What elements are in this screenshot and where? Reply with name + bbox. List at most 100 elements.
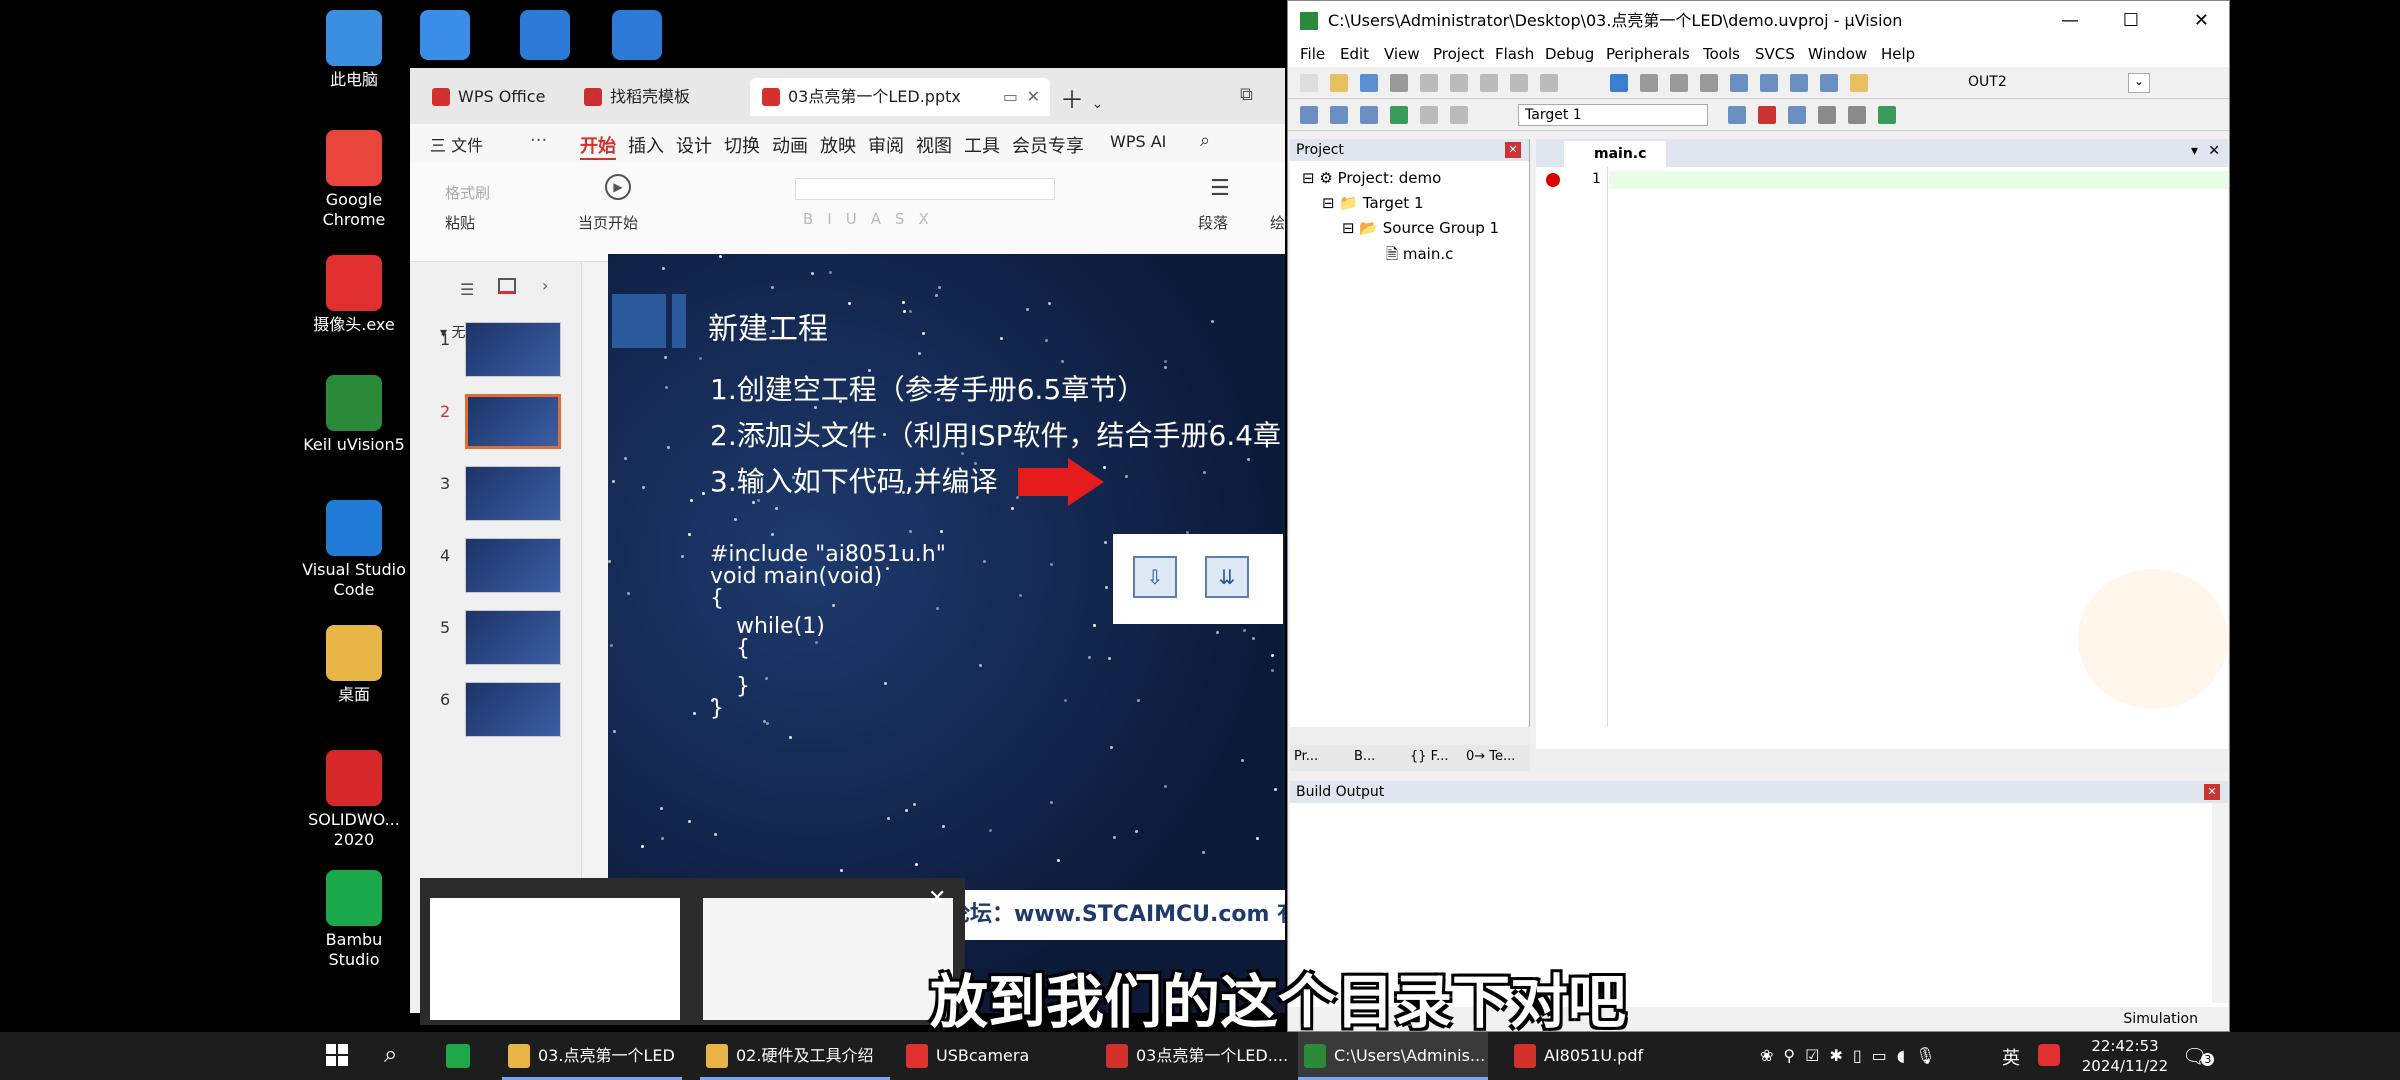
- toolbar-icon[interactable]: [1610, 74, 1628, 92]
- dropdown-icon[interactable]: ⌄: [2128, 73, 2150, 93]
- close-editor-icon[interactable]: ✕: [2208, 143, 2220, 159]
- toolbar-icon[interactable]: [1760, 74, 1778, 92]
- menu-peripherals[interactable]: Peripherals: [1606, 45, 1690, 63]
- build-icon[interactable]: [1450, 106, 1468, 124]
- remote-tool-icon[interactable]: [420, 10, 470, 60]
- toolbar-icon[interactable]: [1670, 74, 1688, 92]
- taskbar-item[interactable]: USBcamera: [900, 1032, 1080, 1080]
- options-icon[interactable]: [1878, 106, 1896, 124]
- search-icon[interactable]: ⌕: [1200, 130, 1210, 151]
- menu-file[interactable]: File: [1300, 45, 1325, 63]
- paragraph-icon[interactable]: ☰: [1210, 176, 1230, 201]
- toolbar-icon[interactable]: [1330, 74, 1348, 92]
- options-icon[interactable]: [1788, 106, 1806, 124]
- search-icon[interactable]: ⌕: [384, 1040, 397, 1068]
- slide-thumbnail[interactable]: [465, 322, 561, 377]
- horizontal-scrollbar[interactable]: [1290, 727, 1530, 745]
- play-icon[interactable]: ▶: [605, 174, 631, 200]
- collapse-icon[interactable]: ›: [542, 276, 548, 295]
- tree-project[interactable]: ⊟ ⚙ Project: demo: [1302, 169, 1441, 187]
- desktop-icon[interactable]: Bambu Studio: [299, 870, 409, 970]
- target-select[interactable]: Target 1: [1518, 104, 1708, 126]
- build-icon[interactable]: [1360, 106, 1378, 124]
- build-icon[interactable]: [1330, 106, 1348, 124]
- tab-templates[interactable]: 0→ Te...: [1466, 749, 1515, 764]
- options-icon[interactable]: [1728, 106, 1746, 124]
- tree-target[interactable]: ⊟ 📁 Target 1: [1322, 194, 1424, 212]
- app-icon-2[interactable]: [520, 10, 570, 60]
- toolbar-icon[interactable]: [1510, 74, 1528, 92]
- menu-help[interactable]: Help: [1881, 45, 1915, 63]
- notification-icon[interactable]: 🗨3: [2182, 1044, 2215, 1068]
- options-icon[interactable]: [1818, 106, 1836, 124]
- tab-books[interactable]: B...: [1354, 749, 1375, 764]
- tab-templates[interactable]: 找稻壳模板: [572, 78, 742, 116]
- toolbar-icon[interactable]: [1420, 74, 1438, 92]
- window-restore-icon[interactable]: ⧉: [1240, 84, 1253, 105]
- tree-file[interactable]: 🗎 main.c: [1386, 244, 1453, 269]
- preview-window-1[interactable]: [430, 898, 680, 1020]
- taskbar-item[interactable]: 03点亮第一个LED....: [1100, 1032, 1288, 1080]
- toolbar-icon[interactable]: [1820, 74, 1838, 92]
- tree-group[interactable]: ⊟ 📂 Source Group 1: [1342, 219, 1499, 237]
- slide-view-icon[interactable]: [498, 278, 516, 294]
- toolbar-icon[interactable]: [1700, 74, 1718, 92]
- font-select[interactable]: [795, 178, 1055, 200]
- toolbar-icon[interactable]: [1730, 74, 1748, 92]
- taskbar-item[interactable]: AI8051U.pdf: [1508, 1032, 1648, 1080]
- menu-flash[interactable]: Flash: [1495, 45, 1534, 63]
- menu-window[interactable]: Window: [1808, 45, 1867, 63]
- slide-thumbnail[interactable]: [465, 610, 561, 665]
- toolbar-icon[interactable]: [1850, 74, 1868, 92]
- close-tab-icon[interactable]: ✕: [1027, 78, 1040, 116]
- close-pane-icon[interactable]: ✕: [1505, 142, 1521, 158]
- desktop-icon[interactable]: Google Chrome: [299, 130, 409, 230]
- toolbar-icon[interactable]: [1790, 74, 1808, 92]
- slide-thumbnail[interactable]: [465, 394, 561, 449]
- toolbar-icon[interactable]: [1360, 74, 1378, 92]
- taskbar-item[interactable]: C:\Users\Adminis...: [1298, 1032, 1488, 1080]
- menu-transition[interactable]: 切换: [724, 132, 760, 158]
- menu-review[interactable]: 审阅: [868, 132, 904, 158]
- monitor-icon[interactable]: ▭: [1003, 78, 1018, 116]
- menu-wps-ai[interactable]: WPS AI: [1110, 132, 1166, 151]
- tab-menu-icon[interactable]: ▾: [2191, 143, 2198, 159]
- slide-thumbnail[interactable]: [465, 538, 561, 593]
- new-tab-icon[interactable]: ＋ ⌄: [1060, 80, 1103, 115]
- preview-window-2[interactable]: [703, 898, 953, 1020]
- outline-view-icon[interactable]: ☰: [460, 280, 474, 299]
- taskbar-item[interactable]: 03.点亮第一个LED: [502, 1032, 682, 1080]
- toolbar-icon[interactable]: [1390, 74, 1408, 92]
- sogou-icon[interactable]: [2038, 1044, 2060, 1066]
- tab-wps-office[interactable]: WPS Office: [420, 78, 560, 116]
- wechat-icon[interactable]: [446, 1044, 470, 1068]
- format-painter-button[interactable]: 格式刷: [445, 182, 490, 203]
- taskbar-item[interactable]: 02.硬件及工具介绍: [700, 1032, 890, 1080]
- desktop-icon[interactable]: 此电脑: [299, 10, 409, 90]
- toolbar-icon[interactable]: [1300, 74, 1318, 92]
- menu-svcs[interactable]: SVCS: [1755, 45, 1795, 63]
- app-icon-3[interactable]: [612, 10, 662, 60]
- slide-thumbnail[interactable]: [465, 466, 561, 521]
- menu-view[interactable]: 视图: [916, 132, 952, 158]
- output-vscrollbar[interactable]: [2212, 803, 2228, 1003]
- menu-debug[interactable]: Debug: [1545, 45, 1594, 63]
- desktop-icon[interactable]: Keil uVision5: [299, 375, 409, 455]
- menu-view[interactable]: View: [1384, 45, 1420, 63]
- menu-project[interactable]: Project: [1433, 45, 1484, 63]
- menu-tools[interactable]: 工具: [964, 132, 1000, 158]
- editor-hscrollbar[interactable]: [1536, 749, 2228, 771]
- current-line[interactable]: [1609, 171, 2228, 189]
- toolbar-icon[interactable]: [1540, 74, 1558, 92]
- windows-start-icon[interactable]: [326, 1044, 348, 1066]
- close-icon[interactable]: ✕: [2194, 1, 2209, 41]
- menu-slideshow[interactable]: 放映: [820, 132, 856, 158]
- menu-tools[interactable]: Tools: [1703, 45, 1740, 63]
- menu-edit[interactable]: Edit: [1340, 45, 1369, 63]
- minimize-icon[interactable]: —: [2061, 1, 2079, 41]
- options-icon[interactable]: [1848, 106, 1866, 124]
- tray-icons[interactable]: ❀⚲☑✱▯▭◖🎙: [1760, 1046, 1946, 1065]
- from-current-button[interactable]: 当页开始: [578, 212, 638, 233]
- more-icon[interactable]: ···: [530, 130, 547, 151]
- tab-project[interactable]: Pr...: [1294, 749, 1318, 764]
